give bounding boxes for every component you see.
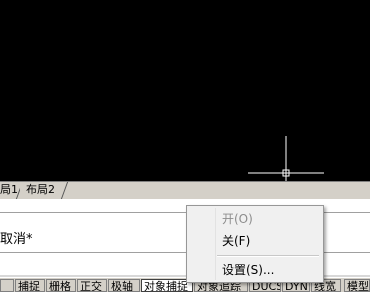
tab-layout1[interactable]: 局1: [0, 182, 18, 198]
menu-item-off[interactable]: 关(F): [187, 231, 323, 252]
tab-label: 布局2: [26, 183, 55, 196]
ortho-button[interactable]: 正交: [77, 279, 107, 292]
snap-button[interactable]: 捕捉: [15, 279, 45, 292]
tab-label: 局1: [0, 183, 18, 196]
model-button[interactable]: 模型: [344, 279, 370, 292]
menu-item-label: 关(F): [222, 234, 251, 248]
polar-button[interactable]: 极轴: [108, 279, 140, 292]
status-button-partial[interactable]: [0, 279, 14, 292]
command-history-line: 取消*: [0, 232, 33, 247]
context-menu: 开(O) 关(F) 设置(S)...: [186, 205, 324, 283]
crosshair-cursor-icon: [248, 136, 324, 181]
grid-button[interactable]: 栅格: [46, 279, 76, 292]
menu-item-label: 开(O): [222, 212, 253, 226]
menu-item-settings[interactable]: 设置(S)...: [187, 260, 323, 281]
layout-tab-bar: 局1 布局2: [0, 181, 370, 199]
drawing-canvas[interactable]: [0, 0, 370, 181]
menu-item-label: 设置(S)...: [222, 263, 275, 277]
menu-separator: [217, 255, 319, 257]
menu-item-on[interactable]: 开(O): [187, 209, 323, 230]
